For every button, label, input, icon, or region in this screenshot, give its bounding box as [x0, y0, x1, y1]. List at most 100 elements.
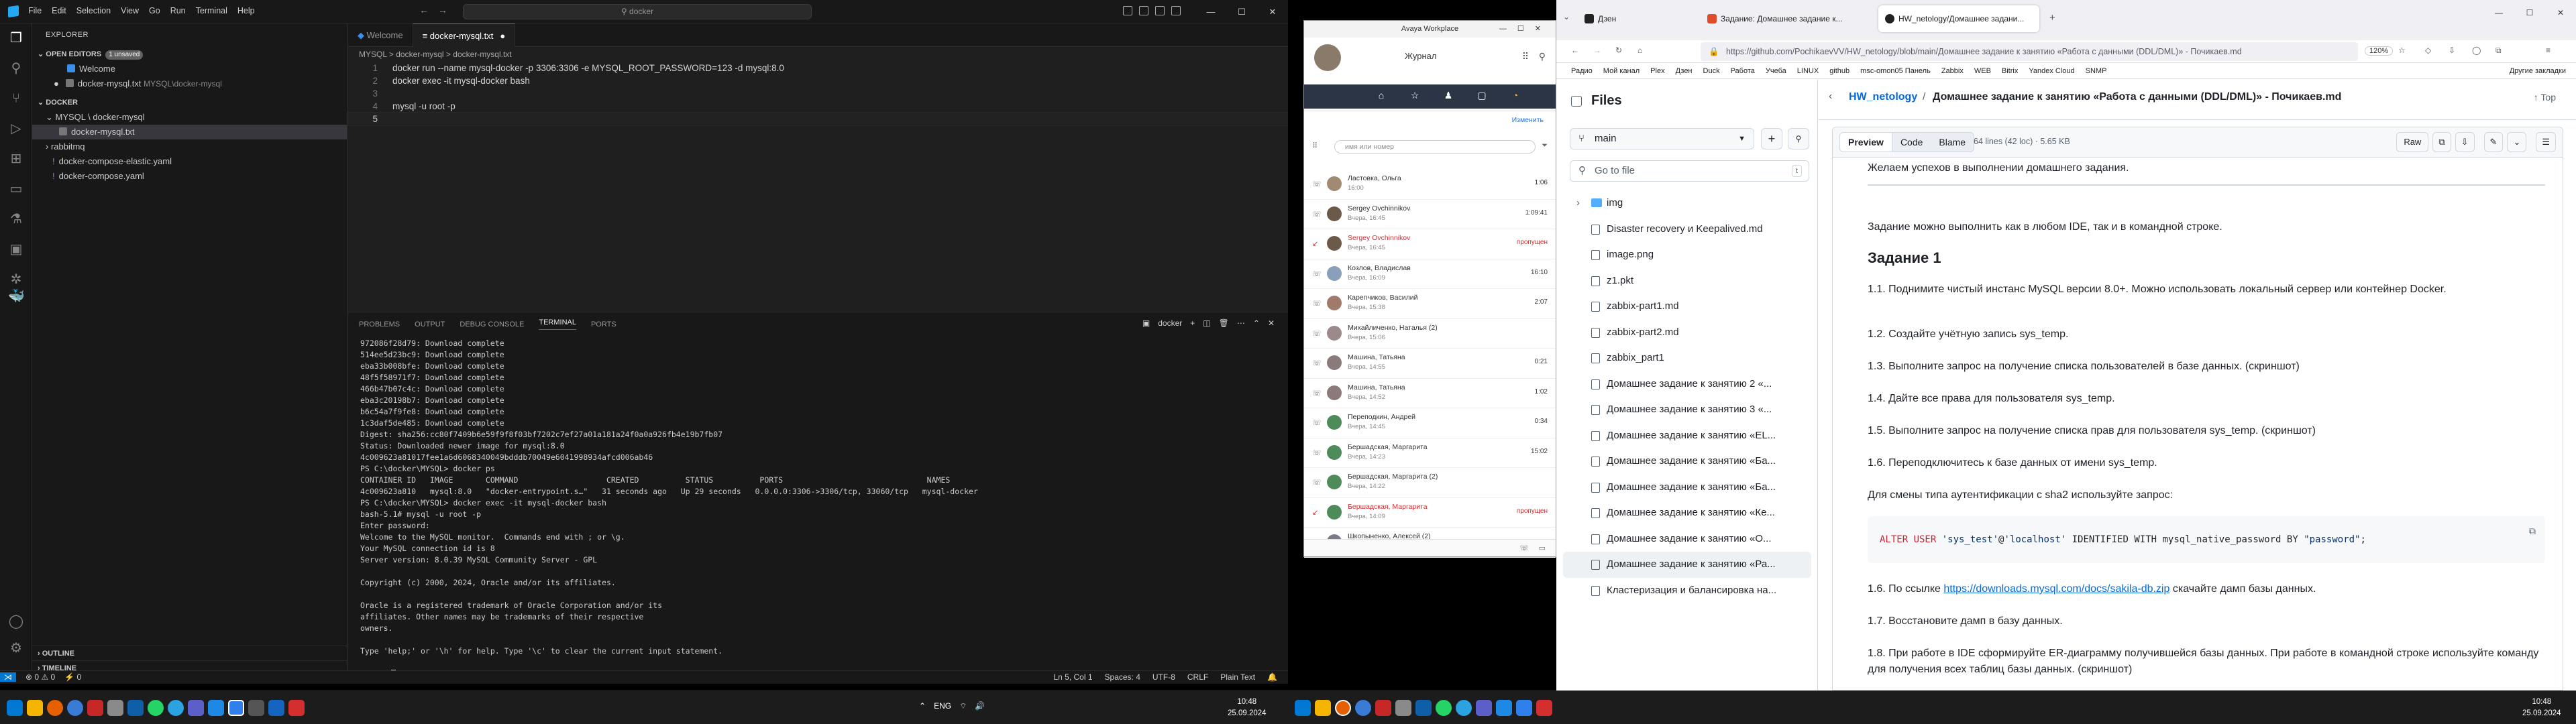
- avatar[interactable]: [1314, 44, 1341, 71]
- avaya-window-controls[interactable]: —☐✕: [1499, 21, 1552, 38]
- call-history-item[interactable]: ↙ Sergey Ovchinnikov Вчера, 16:45 пропущен: [1304, 229, 1556, 259]
- code-line[interactable]: 1 docker run --name mysql-docker -p 3306:…: [348, 62, 1288, 74]
- app-icon[interactable]: [1415, 700, 1432, 716]
- search-icon[interactable]: ⚲: [1539, 51, 1546, 62]
- firefox-icon[interactable]: [1335, 700, 1351, 716]
- menu-icon[interactable]: ≡: [2546, 46, 2551, 55]
- home-icon[interactable]: ⌂: [1638, 46, 1642, 55]
- tab-docker-mysql[interactable]: ≡ docker-mysql.txt ●: [413, 23, 516, 47]
- md-code-block[interactable]: ALTER USER 'sys_test'@'localhost' IDENTI…: [1868, 516, 2545, 563]
- file-item[interactable]: Домашнее задание к занятию «О...: [1556, 526, 1805, 552]
- file-item[interactable]: z1.pkt: [1556, 268, 1805, 294]
- file-item[interactable]: zabbix_part1: [1556, 345, 1805, 371]
- bookmark-item[interactable]: github: [1829, 63, 1849, 78]
- source-control-icon[interactable]: ⑂: [8, 90, 24, 107]
- repo-link[interactable]: HW_netology: [1849, 91, 1917, 103]
- workspace-section[interactable]: ⌄ DOCKER: [32, 95, 347, 110]
- app-icon[interactable]: [127, 700, 144, 716]
- app-icon[interactable]: [87, 700, 103, 716]
- menu-file[interactable]: File: [28, 6, 42, 15]
- file-explorer-icon[interactable]: [1315, 700, 1331, 716]
- tab-welcome[interactable]: ◆ Welcome: [348, 23, 413, 47]
- extensions-icon[interactable]: ⊞: [8, 151, 24, 167]
- file-item[interactable]: Disaster recovery и Keepalived.md: [1556, 217, 1805, 243]
- vscode-taskbar-icon[interactable]: [228, 700, 244, 716]
- file-item[interactable]: Домашнее задание к занятию 2 «...: [1556, 371, 1805, 398]
- terminal-output[interactable]: 972086f28d79: Download complete 514ee5d23…: [360, 338, 1252, 678]
- remote-indicator-icon[interactable]: ⋊: [0, 672, 16, 682]
- breadcrumb[interactable]: MYSQL > docker-mysql > docker-mysql.txt: [348, 47, 1288, 62]
- code-line[interactable]: 4 mysql -u root -p: [348, 100, 1288, 113]
- file-item[interactable]: Домашнее задание к занятию «Ра...: [1563, 552, 1811, 578]
- nav-arrows[interactable]: ←→: [419, 5, 457, 15]
- go-to-file-input[interactable]: ⚲ Go to file t: [1570, 160, 1809, 182]
- customize-layout-icon[interactable]: [1171, 6, 1181, 15]
- tab-preview[interactable]: Preview: [1840, 133, 1892, 152]
- sakila-link[interactable]: https://downloads.mysql.com/docs/sakila-…: [1943, 583, 2169, 595]
- pdf-icon[interactable]: [1536, 700, 1552, 716]
- toggle-secondary-sidebar-icon[interactable]: [1155, 6, 1165, 15]
- maximize-icon[interactable]: ☐: [2514, 8, 2545, 17]
- app-icon[interactable]: [107, 700, 123, 716]
- more-icon[interactable]: ⋯: [1237, 318, 1245, 328]
- testing-icon[interactable]: ⚗: [8, 211, 24, 227]
- volume-icon[interactable]: 🔊: [975, 701, 985, 711]
- whatsapp-icon[interactable]: [148, 700, 164, 716]
- tree-file-compose[interactable]: ! docker-compose.yaml: [32, 169, 347, 184]
- back-icon[interactable]: ←: [1571, 46, 1579, 55]
- bookmark-item[interactable]: WEB: [1974, 63, 1991, 78]
- dirty-dot-icon[interactable]: ●: [500, 31, 505, 41]
- menu-go[interactable]: Go: [149, 6, 160, 15]
- extensions-icon[interactable]: ⧉: [2496, 46, 2502, 56]
- menu-terminal[interactable]: Terminal: [196, 6, 227, 15]
- add-file-button[interactable]: +: [1761, 128, 1782, 149]
- bookmark-item[interactable]: msc-omon05 Панель: [1860, 63, 1931, 78]
- start-icon[interactable]: [7, 700, 23, 716]
- file-explorer-icon[interactable]: [27, 700, 43, 716]
- bookmark-item[interactable]: Plex: [1650, 63, 1664, 78]
- other-bookmarks[interactable]: Другие закладки: [2510, 63, 2576, 78]
- tray-chevron-icon[interactable]: ⌃: [919, 701, 926, 711]
- maximize-panel-icon[interactable]: ⌃: [1253, 318, 1260, 328]
- run-debug-icon[interactable]: ▷: [8, 121, 24, 137]
- toggle-panel-icon[interactable]: [1139, 6, 1148, 15]
- raw-button[interactable]: Raw: [2396, 132, 2429, 152]
- menu-view[interactable]: View: [121, 6, 139, 15]
- file-item[interactable]: Кластеризация и балансировка на...: [1556, 578, 1805, 604]
- tree-folder-rabbitmq[interactable]: › rabbitmq: [32, 139, 347, 154]
- call-history-item[interactable]: ☏ Бершадская, Маргарита (2) Вчера, 14:22: [1304, 468, 1556, 498]
- app-icon[interactable]: [268, 700, 284, 716]
- open-editor-docker-mysql[interactable]: ● docker-mysql.txt MYSQL\docker-mysql: [32, 76, 347, 91]
- language-indicator[interactable]: ENG: [934, 701, 951, 711]
- copy-raw-icon[interactable]: ⧉: [2432, 132, 2451, 152]
- call-history-item[interactable]: ☏ Козлов, Владислав Вчера, 16:09 16:10: [1304, 259, 1556, 289]
- minimize-icon[interactable]: —: [2483, 8, 2514, 17]
- manage-gear-icon[interactable]: ⚙: [8, 640, 24, 656]
- new-terminal-icon[interactable]: +: [1190, 318, 1195, 328]
- start-icon[interactable]: [1295, 700, 1311, 716]
- app-icon[interactable]: [248, 700, 264, 716]
- bookmark-item[interactable]: Работа: [1731, 63, 1755, 78]
- file-item[interactable]: zabbix-part2.md: [1556, 320, 1805, 346]
- bookmark-item[interactable]: Duck: [1703, 63, 1720, 78]
- bookmark-item[interactable]: Yandex Cloud: [2029, 63, 2074, 78]
- minimize-icon[interactable]: —: [1195, 0, 1226, 23]
- chevron-right-icon[interactable]: ›: [1576, 190, 1580, 217]
- pdf-icon[interactable]: [288, 700, 305, 716]
- close-icon[interactable]: ✕: [2545, 8, 2576, 17]
- tab-code[interactable]: Code: [1892, 133, 1931, 152]
- chevron-left-icon[interactable]: ‹: [1829, 90, 1832, 103]
- file-item[interactable]: Домашнее задание к занятию «Ба...: [1556, 448, 1805, 475]
- browser-tab-dzen[interactable]: Дзен: [1578, 5, 1699, 32]
- more-chevron-icon[interactable]: ⌄: [2507, 132, 2527, 152]
- chrome-icon[interactable]: [1355, 700, 1371, 716]
- language-mode[interactable]: Plain Text: [1220, 672, 1255, 682]
- tree-folder-mysql[interactable]: ⌄ MYSQL \ docker-mysql: [32, 110, 347, 125]
- bookmark-item[interactable]: Мой канал: [1603, 63, 1640, 78]
- bookmark-item[interactable]: SNMP: [2086, 63, 2107, 78]
- containers-icon[interactable]: ▣: [8, 241, 24, 257]
- code-line[interactable]: 2 docker exec -it mysql-docker bash: [348, 74, 1288, 87]
- url-input[interactable]: 🔒 https://github.com/PochikaevVV/HW_netol…: [1701, 42, 2358, 61]
- menu-selection[interactable]: Selection: [76, 6, 111, 15]
- clock[interactable]: 10:48 25.09.2024: [1228, 697, 1267, 719]
